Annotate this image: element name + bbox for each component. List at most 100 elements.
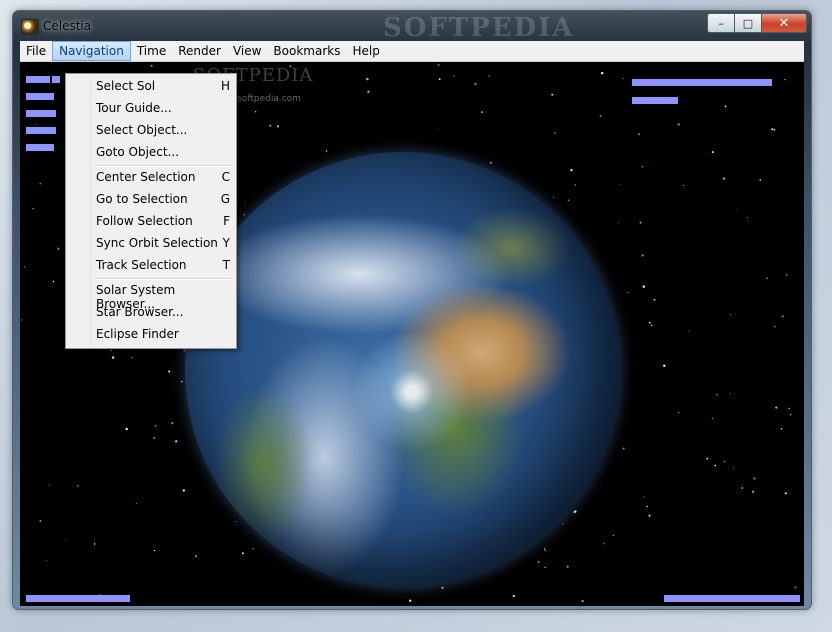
star <box>730 393 731 395</box>
star <box>716 394 718 396</box>
star <box>663 364 666 368</box>
star <box>711 151 714 154</box>
menu-file[interactable]: File <box>20 41 52 61</box>
star <box>646 505 648 508</box>
star <box>601 72 604 75</box>
menu-go-to-selection[interactable]: Go to Selection G <box>68 189 234 210</box>
star <box>753 477 756 480</box>
menu-eclipse-finder[interactable]: Eclipse Finder <box>68 324 234 345</box>
star <box>786 274 788 276</box>
navigation-dropdown: Select Sol H Tour Guide... Select Object… <box>65 73 237 349</box>
star <box>111 356 115 359</box>
star <box>252 547 255 550</box>
star <box>367 90 370 93</box>
menu-item-label: Eclipse Finder <box>96 327 179 341</box>
star <box>39 182 42 185</box>
menu-track-selection[interactable]: Track Selection T <box>68 255 234 276</box>
menu-select-object[interactable]: Select Object... <box>68 120 234 141</box>
star <box>784 78 786 81</box>
star <box>366 77 369 81</box>
star <box>408 599 412 602</box>
star <box>677 123 680 126</box>
star <box>488 75 490 77</box>
star <box>52 280 55 283</box>
star <box>153 549 156 552</box>
star <box>648 514 651 517</box>
menu-render[interactable]: Render <box>172 41 227 61</box>
star <box>688 330 690 332</box>
menu-item-shortcut: H <box>220 79 230 93</box>
minimize-button[interactable]: – <box>707 13 734 33</box>
star <box>599 115 602 118</box>
star <box>152 436 156 440</box>
menu-follow-selection[interactable]: Follow Selection F <box>68 211 234 232</box>
star <box>648 321 651 324</box>
menu-navigation[interactable]: Navigation <box>52 41 131 61</box>
star <box>512 594 515 598</box>
star <box>175 440 178 443</box>
menu-time[interactable]: Time <box>131 41 172 61</box>
star <box>733 466 735 468</box>
minimize-icon: – <box>718 16 724 30</box>
window-title: Celestia <box>43 19 92 33</box>
star <box>544 548 546 550</box>
menu-view[interactable]: View <box>227 41 267 61</box>
menu-center-selection[interactable]: Center Selection C <box>68 167 234 188</box>
star <box>544 549 546 552</box>
star <box>135 503 137 505</box>
menu-item-label: Center Selection <box>96 170 196 184</box>
star <box>641 165 644 168</box>
star <box>794 586 797 589</box>
star <box>784 492 787 495</box>
star <box>181 380 183 383</box>
menu-item-shortcut: F <box>223 214 230 228</box>
star <box>437 63 440 67</box>
menu-select-sol[interactable]: Select Sol H <box>68 76 234 97</box>
star <box>602 542 605 545</box>
menu-help[interactable]: Help <box>346 41 385 61</box>
menu-item-label: Goto Object... <box>96 145 180 159</box>
star <box>639 221 642 224</box>
menu-item-shortcut: T <box>222 258 230 272</box>
menu-bookmarks[interactable]: Bookmarks <box>267 41 346 61</box>
star <box>650 324 653 327</box>
star <box>537 560 540 563</box>
title-bar[interactable]: Celestia SOFTPEDIA – □ ✕ <box>13 11 811 43</box>
star <box>32 208 34 210</box>
star <box>771 128 774 131</box>
star <box>65 539 67 541</box>
menu-sync-orbit-selection[interactable]: Sync Orbit Selection Y <box>68 233 234 254</box>
star <box>650 164 652 166</box>
star <box>46 560 48 561</box>
star <box>741 487 744 489</box>
menu-item-label: Sync Orbit Selection <box>96 236 218 250</box>
star <box>627 291 629 293</box>
menu-item-label: Follow Selection <box>96 214 193 228</box>
maximize-button[interactable]: □ <box>734 13 761 33</box>
star <box>325 150 328 152</box>
hud-top-left <box>26 74 62 153</box>
close-icon: ✕ <box>778 15 790 31</box>
star <box>551 93 554 96</box>
star <box>622 447 625 450</box>
star <box>722 177 726 180</box>
app-icon[interactable] <box>21 19 39 35</box>
star <box>781 315 784 318</box>
menu-goto-object[interactable]: Goto Object... <box>68 142 234 163</box>
menu-solar-system-browser[interactable]: Solar System Browser... <box>68 280 234 311</box>
star <box>269 124 272 127</box>
star <box>553 196 555 198</box>
earth-globe[interactable] <box>185 152 621 588</box>
menu-star-browser[interactable]: Star Browser... <box>68 302 234 323</box>
menu-tour-guide[interactable]: Tour Guide... <box>68 98 234 119</box>
star <box>746 216 749 219</box>
star <box>619 184 621 186</box>
star <box>730 314 732 315</box>
star <box>154 424 157 427</box>
star <box>566 565 569 568</box>
star <box>438 78 441 81</box>
star <box>544 566 546 569</box>
menu-item-label: Go to Selection <box>96 192 188 206</box>
star <box>641 254 644 257</box>
close-button[interactable]: ✕ <box>761 13 807 33</box>
